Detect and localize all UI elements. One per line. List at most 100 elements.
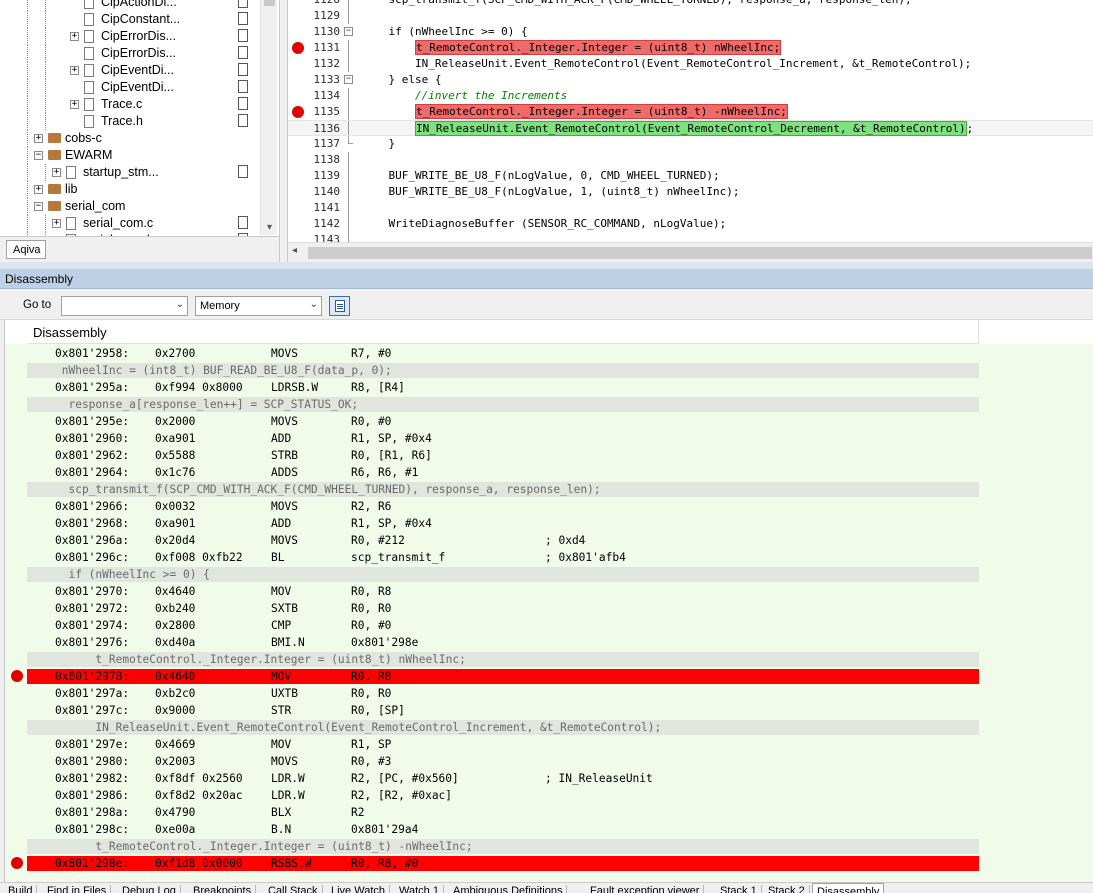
- instruction-row[interactable]: 0x801'2970: 0x4640 MOV R0, R8: [5, 583, 1093, 600]
- instruction-row[interactable]: 0x801'2962: 0x5588 STRB R0, [R1, R6]: [5, 447, 1093, 464]
- source-line[interactable]: nWheelInc = (int8_t) BUF_READ_BE_U8_F(da…: [5, 362, 1093, 379]
- disassembly-listing[interactable]: 0x801'2958: 0x2700 MOVS R7, #0 nWheelInc = …: [5, 344, 1093, 882]
- expand-icon[interactable]: +: [70, 100, 79, 109]
- code-line[interactable]: 1142 WriteDiagnoseBuffer (SENSOR_RC_COMM…: [288, 216, 1093, 232]
- code-line[interactable]: 1136 IN_ReleaseUnit.Event_RemoteControl(…: [288, 120, 1093, 136]
- instruction-row[interactable]: 0x801'298a: 0x4790 BLX R2: [5, 804, 1093, 821]
- breakpoint-instruction-row[interactable]: 0x801'2978: 0x4640 MOV R0, R8: [5, 668, 1093, 685]
- instruction-row[interactable]: 0x801'2982: 0xf8df 0x2560 LDR.W R2, [PC, #0…: [5, 770, 1093, 787]
- instruction-row[interactable]: 0x801'297e: 0x4669 MOV R1, SP: [5, 736, 1093, 753]
- workspace-tab[interactable]: Aqiva: [6, 240, 46, 259]
- memory-zone-select[interactable]: Memory ⌄: [195, 296, 322, 316]
- output-tab[interactable]: Build: [4, 885, 38, 893]
- tree-item[interactable]: − EWARM: [0, 147, 262, 164]
- code-line[interactable]: 1130− if (nWheelInc >= 0) {: [288, 24, 1093, 40]
- expand-icon[interactable]: +: [70, 32, 79, 41]
- source-line[interactable]: IN_ReleaseUnit.Event_RemoteControl(Event…: [5, 719, 1093, 736]
- disassembly-view[interactable]: Disassembly 0x801'2958: 0x2700 MOVS R7, #0 …: [4, 320, 1093, 882]
- expand-icon[interactable]: +: [34, 185, 43, 194]
- output-tab[interactable]: Live Watch: [327, 885, 391, 893]
- goto-button[interactable]: [329, 296, 350, 316]
- expand-icon[interactable]: +: [70, 66, 79, 75]
- chevron-down-icon[interactable]: ⌄: [310, 299, 318, 310]
- instruction-row[interactable]: 0x801'296a: 0x20d4 MOVS R0, #212 ; 0xd4: [5, 532, 1093, 549]
- tree-item[interactable]: + cobs-c: [0, 130, 262, 147]
- output-tab[interactable]: Stack 1: [716, 885, 762, 893]
- instruction-row[interactable]: 0x801'2958: 0x2700 MOVS R7, #0: [5, 345, 1093, 362]
- editor-horizontal-scrollbar[interactable]: ◂: [288, 242, 1093, 262]
- breakpoint-icon[interactable]: [292, 42, 304, 54]
- output-tab[interactable]: Watch 1: [395, 885, 444, 893]
- instruction-row[interactable]: 0x801'295e: 0x2000 MOVS R0, #0: [5, 413, 1093, 430]
- code-line[interactable]: 1132 IN_ReleaseUnit.Event_RemoteControl(…: [288, 56, 1093, 72]
- breakpoint-instruction-row[interactable]: 0x801'298e: 0xf1d8 0x0000 RSBS.W R0, R8, #0: [5, 855, 1093, 872]
- instruction-row[interactable]: 0x801'2966: 0x0032 MOVS R2, R6: [5, 498, 1093, 515]
- code-line[interactable]: 1141: [288, 200, 1093, 216]
- output-tab[interactable]: Disassembly: [812, 883, 885, 893]
- code-line[interactable]: 1138: [288, 152, 1093, 168]
- source-line[interactable]: if (nWheelInc >= 0) {: [5, 566, 1093, 583]
- output-tab[interactable]: Breakpoints: [189, 885, 257, 893]
- instruction-row[interactable]: 0x801'2980: 0x2003 MOVS R0, #3: [5, 753, 1093, 770]
- instruction-row[interactable]: 0x801'2960: 0xa901 ADD R1, SP, #0x4: [5, 430, 1093, 447]
- tree-item[interactable]: CipConstant...: [0, 11, 262, 28]
- source-line[interactable]: scp_transmit_f(SCP_CMD_WITH_ACK_F(CMD_WH…: [5, 481, 1093, 498]
- code-line[interactable]: 1131 t_RemoteControl._Integer.Integer = …: [288, 40, 1093, 56]
- code-line[interactable]: 1128 scp_transmit_f(SCP_CMD_WITH_ACK_F(C…: [288, 0, 1093, 8]
- code-line[interactable]: 1133− } else {: [288, 72, 1093, 88]
- code-line[interactable]: 1129: [288, 8, 1093, 24]
- code-line[interactable]: 1135 t_RemoteControl._Integer.Integer = …: [288, 104, 1093, 120]
- source-line[interactable]: t_RemoteControl._Integer.Integer = (uint…: [5, 838, 1093, 855]
- tree-item[interactable]: + CipErrorDis...: [0, 28, 262, 45]
- code-editor[interactable]: 1128 scp_transmit_f(SCP_CMD_WITH_ACK_F(C…: [287, 0, 1093, 262]
- tree-item[interactable]: CipActionDi...: [0, 0, 262, 11]
- instruction-row[interactable]: 0x801'297a: 0xb2c0 UXTB R0, R0: [5, 685, 1093, 702]
- tree-item[interactable]: − serial_com: [0, 198, 262, 215]
- goto-address-combo[interactable]: ⌄: [61, 296, 188, 316]
- expand-icon[interactable]: +: [34, 134, 43, 143]
- chevron-down-icon[interactable]: ⌄: [176, 299, 184, 310]
- pane-splitter[interactable]: [0, 262, 1093, 269]
- instruction-row[interactable]: 0x801'2974: 0x2800 CMP R0, #0: [5, 617, 1093, 634]
- breakpoint-icon[interactable]: [11, 670, 23, 682]
- scroll-left-icon[interactable]: ◂: [292, 245, 297, 256]
- instruction-row[interactable]: 0x801'2972: 0xb240 SXTB R0, R0: [5, 600, 1093, 617]
- instruction-row[interactable]: 0x801'2986: 0xf8d2 0x20ac LDR.W R2, [R2, #0…: [5, 787, 1093, 804]
- instruction-row[interactable]: 0x801'297c: 0x9000 STR R0, [SP]: [5, 702, 1093, 719]
- breakpoint-icon[interactable]: [292, 106, 304, 118]
- output-tab[interactable]: Ambiguous Definitions: [449, 885, 568, 893]
- collapse-icon[interactable]: −: [34, 151, 43, 160]
- tree-item[interactable]: + lib: [0, 181, 262, 198]
- output-tab[interactable]: Debug Log: [118, 885, 181, 893]
- code-line[interactable]: 1139 BUF_WRITE_BE_U8_F(nLogValue, 0, CMD…: [288, 168, 1093, 184]
- tree-item[interactable]: Trace.h: [0, 113, 262, 130]
- code-line[interactable]: 1137 }: [288, 136, 1093, 152]
- tree-item[interactable]: CipEventDi...: [0, 79, 262, 96]
- instruction-row[interactable]: 0x801'2976: 0xd40a BMI.N 0x801'298e: [5, 634, 1093, 651]
- code-line[interactable]: 1134 //invert the Increments: [288, 88, 1093, 104]
- fold-collapse-icon[interactable]: −: [344, 27, 353, 36]
- instruction-row[interactable]: 0x801'298c: 0xe00a B.N 0x801'29a4: [5, 821, 1093, 838]
- output-tab[interactable]: Stack 2: [764, 885, 810, 893]
- collapse-icon[interactable]: −: [34, 202, 43, 211]
- instruction-row[interactable]: 0x801'296c: 0xf008 0xfb22 BL scp_transmit_f…: [5, 549, 1093, 566]
- tree-item[interactable]: + serial_com.c: [0, 215, 262, 232]
- tree-item[interactable]: CipErrorDis...: [0, 45, 262, 62]
- output-tab[interactable]: Fault exception viewer: [586, 885, 705, 893]
- instruction-row[interactable]: 0x801'295a: 0xf994 0x8000 LDRSB.W R8, [R4]: [5, 379, 1093, 396]
- fold-collapse-icon[interactable]: −: [344, 75, 353, 84]
- tree-vertical-scrollbar[interactable]: ▾: [260, 0, 277, 235]
- expand-icon[interactable]: +: [52, 219, 61, 228]
- tree-scroll-thumb[interactable]: [264, 0, 275, 6]
- instruction-row[interactable]: 0x801'2968: 0xa901 ADD R1, SP, #0x4: [5, 515, 1093, 532]
- breakpoint-icon[interactable]: [11, 857, 23, 869]
- source-line[interactable]: t_RemoteControl._Integer.Integer = (uint…: [5, 651, 1093, 668]
- output-tab[interactable]: Find in Files: [43, 885, 112, 893]
- tree-item[interactable]: + startup_stm...: [0, 164, 262, 181]
- output-tab[interactable]: Call Stack: [264, 885, 323, 893]
- scroll-down-icon[interactable]: ▾: [261, 222, 278, 233]
- instruction-row[interactable]: 0x801'2964: 0x1c76 ADDS R6, R6, #1: [5, 464, 1093, 481]
- code-line[interactable]: 1140 BUF_WRITE_BE_U8_F(nLogValue, 1, (ui…: [288, 184, 1093, 200]
- tree-item[interactable]: + Trace.c: [0, 96, 262, 113]
- expand-icon[interactable]: +: [52, 168, 61, 177]
